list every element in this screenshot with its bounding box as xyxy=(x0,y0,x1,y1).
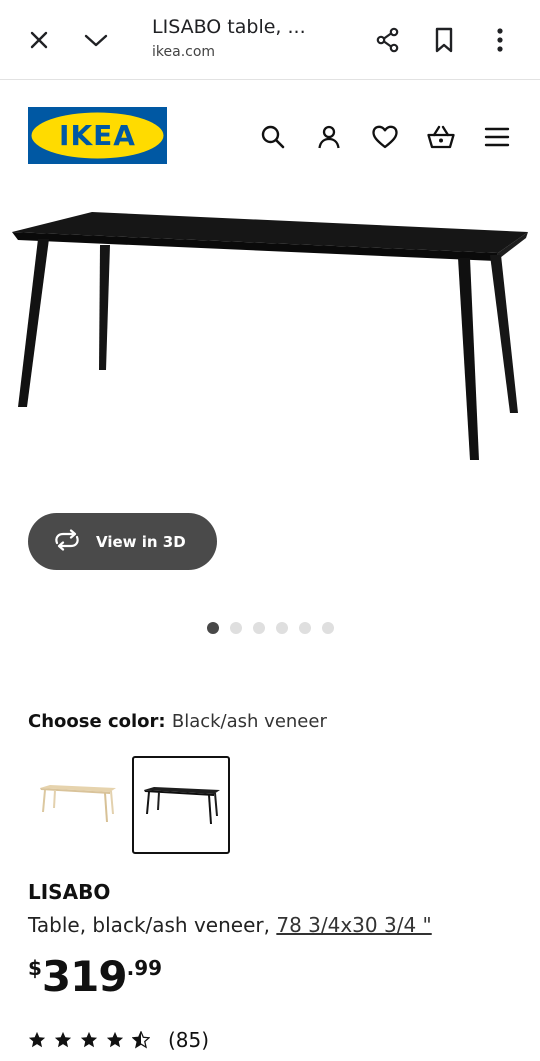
price-integer: 319 xyxy=(41,952,128,1001)
carousel-dot[interactable] xyxy=(276,622,288,634)
star-full-icon xyxy=(80,1031,98,1048)
carousel-dot[interactable] xyxy=(207,622,219,634)
product-description-row: Table, black/ash veneer, 78 3/4x30 3/4 " xyxy=(28,913,432,937)
product-name: LISABO xyxy=(28,880,111,904)
page-domain: ikea.com xyxy=(152,44,216,60)
page-title: LISABO table, ... xyxy=(152,16,306,38)
color-swatch-black-ash[interactable] xyxy=(132,756,230,854)
rating-row[interactable]: (85) xyxy=(28,1028,209,1052)
product-description: Table, black/ash veneer, xyxy=(28,913,277,937)
choose-color-label: Choose color: xyxy=(28,711,172,732)
cart-basket-icon[interactable] xyxy=(424,120,458,154)
browser-toolbar: LISABO table, ... ikea.com xyxy=(0,0,540,80)
page-title-block: LISABO table, ... ikea.com xyxy=(152,16,352,60)
svg-text:IKEA: IKEA xyxy=(59,119,136,152)
view-in-3d-label: View in 3D xyxy=(96,532,186,551)
heart-icon[interactable] xyxy=(368,120,402,154)
carousel-dot[interactable] xyxy=(230,622,242,634)
star-full-icon xyxy=(54,1031,72,1048)
product-size-link[interactable]: 78 3/4x30 3/4 " xyxy=(276,913,431,937)
carousel-dot[interactable] xyxy=(322,622,334,634)
table-black-illustration xyxy=(12,212,528,460)
star-full-icon xyxy=(106,1031,124,1048)
share-icon[interactable] xyxy=(370,22,406,58)
price-decimal: .99 xyxy=(126,956,163,980)
carousel-dot[interactable] xyxy=(253,622,265,634)
svg-text:®: ® xyxy=(152,119,158,126)
carousel-dot[interactable] xyxy=(299,622,311,634)
price-currency: $ xyxy=(28,956,42,980)
rating-stars xyxy=(28,1031,150,1049)
choose-color-row: Choose color: Black/ash veneer xyxy=(28,711,327,732)
site-header: IKEA ® xyxy=(0,80,540,190)
more-vert-icon[interactable] xyxy=(482,22,518,58)
star-full-icon xyxy=(28,1031,46,1048)
menu-icon[interactable] xyxy=(480,120,514,154)
rating-count: (85) xyxy=(168,1028,210,1052)
color-swatch-white-oak[interactable] xyxy=(30,756,128,854)
close-icon[interactable] xyxy=(21,22,57,58)
product-image[interactable] xyxy=(0,195,540,475)
rotate-3d-icon xyxy=(52,528,82,555)
chevron-down-icon[interactable] xyxy=(78,22,114,58)
ikea-logo[interactable]: IKEA ® xyxy=(28,107,167,164)
product-price: $319.99 xyxy=(28,952,162,1002)
search-icon[interactable] xyxy=(256,120,290,154)
selected-color-value: Black/ash veneer xyxy=(171,711,327,732)
carousel-dots xyxy=(207,622,334,634)
view-in-3d-button[interactable]: View in 3D xyxy=(28,513,217,570)
bookmark-icon[interactable] xyxy=(426,22,462,58)
user-icon[interactable] xyxy=(312,120,346,154)
star-half-icon xyxy=(132,1031,150,1049)
